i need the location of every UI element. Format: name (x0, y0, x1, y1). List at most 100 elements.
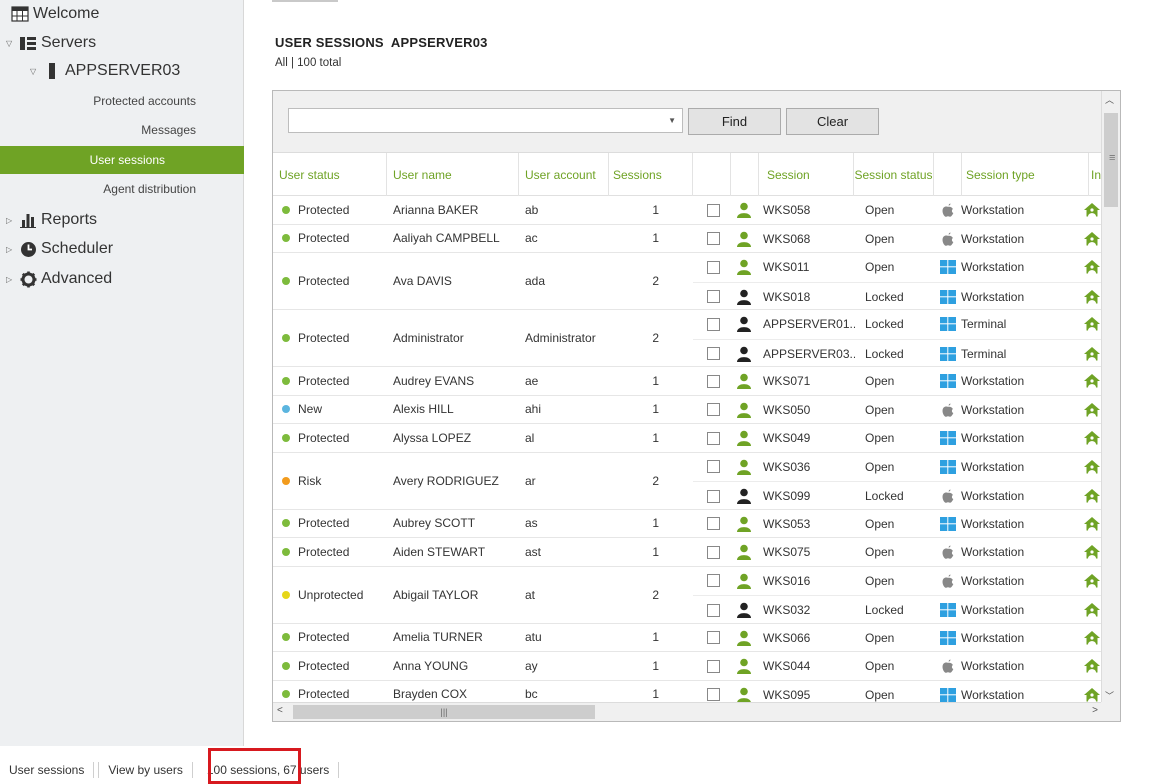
nav-protected-accounts[interactable]: Protected accounts (0, 87, 244, 115)
expand-right-icon[interactable]: ▷ (6, 245, 18, 254)
col-os-icon[interactable] (934, 153, 962, 196)
session-row[interactable]: WKS044 Open Workstation 10 (693, 652, 1102, 681)
session-checkbox[interactable] (707, 517, 720, 531)
nav-scheduler[interactable]: ▷ Scheduler (0, 235, 244, 263)
status-user-sessions[interactable]: User sessions (0, 762, 95, 778)
session-row[interactable]: WKS058 Open Workstation 10 (693, 196, 1102, 225)
session-checkbox[interactable] (707, 489, 720, 503)
clear-button[interactable]: Clear (786, 108, 879, 135)
session-row[interactable]: WKS018 Locked Workstation 10 (693, 281, 1102, 311)
scroll-down-icon[interactable]: ﹀ (1105, 689, 1114, 702)
scroll-left-icon[interactable]: < (277, 705, 283, 716)
session-checkbox[interactable] (707, 659, 720, 673)
user-icon-cell (736, 225, 758, 254)
session-row[interactable]: WKS032 Locked Workstation 10 (693, 595, 1102, 624)
table-row[interactable]: Protected Audrey EVANS ae 1 WKS071 Open Workst… (273, 367, 1102, 396)
session-row[interactable]: APPSERVER03... Locked Terminal FE (693, 338, 1102, 368)
table-row[interactable]: Risk Avery RODRIGUEZ ar 2 WKS036 Open Workstat… (273, 453, 1102, 510)
scroll-right-icon[interactable]: > (1092, 705, 1098, 716)
nav-servers[interactable]: ▽ Servers (0, 29, 244, 57)
nav-server-appserver03[interactable]: ▽ APPSERVER03 (0, 57, 244, 85)
session-row[interactable]: WKS053 Open Workstation 10 (693, 510, 1102, 539)
session-checkbox-cell (707, 396, 727, 425)
session-checkbox[interactable] (707, 603, 720, 617)
session-checkbox[interactable] (707, 574, 720, 588)
session-checkbox[interactable] (707, 431, 720, 445)
nav-agent-distribution[interactable]: Agent distribution (0, 175, 244, 203)
expand-down-icon[interactable]: ▽ (30, 67, 42, 76)
session-row[interactable]: APPSERVER01... Locked Terminal FE (693, 310, 1102, 339)
ip-cell: FE (1083, 310, 1102, 339)
session-checkbox[interactable] (707, 688, 720, 702)
session-checkbox[interactable] (707, 347, 720, 361)
table-row[interactable]: Protected Anna YOUNG ay 1 WKS044 Open Workstat… (273, 652, 1102, 681)
table-row[interactable]: Protected Arianna BAKER ab 1 WKS058 Open Works… (273, 196, 1102, 225)
session-row[interactable]: WKS016 Open Workstation 10 (693, 567, 1102, 596)
session-row[interactable]: WKS075 Open Workstation 10 (693, 538, 1102, 567)
session-row[interactable]: WKS095 Open Workstation 10 (693, 681, 1102, 705)
horizontal-scroll-thumb[interactable]: ||| (293, 705, 595, 719)
table-row[interactable]: Protected Alyssa LOPEZ al 1 WKS049 Open Workst… (273, 424, 1102, 453)
col-session[interactable]: Session (759, 153, 854, 196)
col-user-icon[interactable] (731, 153, 759, 196)
session-row[interactable]: WKS068 Open Workstation 10 (693, 225, 1102, 254)
table-row[interactable]: Protected Ava DAVIS ada 2 WKS011 Open Workstat… (273, 253, 1102, 310)
table-row[interactable]: Protected Administrator Administrator 2 APPS… (273, 310, 1102, 367)
vertical-scrollbar[interactable]: ︿ ﹀ (1101, 91, 1120, 704)
session-count: 1 (652, 430, 659, 445)
session-row[interactable]: WKS049 Open Workstation 10 (693, 424, 1102, 453)
session-name: WKS071 (763, 374, 811, 389)
session-checkbox[interactable] (707, 203, 720, 217)
horizontal-scrollbar[interactable]: < ||| > (273, 702, 1102, 721)
scroll-up-icon[interactable]: ︿ (1105, 93, 1114, 106)
column-menu-icon[interactable]: ≡ (1109, 152, 1115, 164)
table-row[interactable]: Protected Amelia TURNER atu 1 WKS066 Open Work… (273, 624, 1102, 653)
table-row[interactable]: Protected Aiden STEWART ast 1 WKS075 Open Work… (273, 538, 1102, 567)
expand-right-icon[interactable]: ▷ (6, 216, 18, 225)
col-session-type[interactable]: Session type (962, 153, 1089, 196)
col-user-name[interactable]: User name (387, 153, 519, 196)
col-checkbox[interactable] (693, 153, 731, 196)
nav-messages[interactable]: Messages (0, 116, 244, 144)
session-row[interactable]: WKS071 Open Workstation 10 (693, 367, 1102, 396)
session-checkbox[interactable] (707, 232, 720, 246)
status-view-by-users[interactable]: View by users (98, 762, 193, 778)
expand-down-icon[interactable]: ▽ (6, 39, 18, 48)
session-checkbox-cell (707, 453, 727, 482)
session-checkbox[interactable] (707, 460, 720, 474)
nav-welcome[interactable]: Welcome (0, 0, 244, 28)
home-network-icon (1083, 373, 1101, 389)
search-combobox[interactable]: ▼ (288, 108, 683, 133)
session-checkbox[interactable] (707, 403, 720, 417)
session-checkbox[interactable] (707, 260, 720, 274)
expand-right-icon[interactable]: ▷ (6, 275, 18, 284)
session-row[interactable]: WKS099 Locked Workstation 10 (693, 481, 1102, 510)
session-row[interactable]: WKS050 Open Workstation 10 (693, 396, 1102, 425)
windows-icon (939, 346, 957, 362)
col-session-status[interactable]: Session status (854, 153, 934, 196)
session-row[interactable]: WKS036 Open Workstation 10 (693, 453, 1102, 482)
search-input[interactable] (289, 109, 659, 131)
col-user-account[interactable]: User account (519, 153, 609, 196)
session-checkbox[interactable] (707, 374, 720, 388)
table-row[interactable]: New Alexis HILL ahi 1 WKS050 Open Workstation 1… (273, 396, 1102, 425)
col-sessions[interactable]: Sessions (609, 153, 693, 196)
table-row[interactable]: Protected Aaliyah CAMPBELL ac 1 WKS068 Open Wo… (273, 225, 1102, 254)
table-row[interactable]: Protected Aubrey SCOTT as 1 WKS053 Open Workst… (273, 510, 1102, 539)
user-status-cell: Protected (273, 538, 387, 566)
nav-advanced[interactable]: ▷ Advanced (0, 265, 244, 293)
session-checkbox[interactable] (707, 545, 720, 559)
table-row[interactable]: Protected Brayden COX bc 1 WKS095 Open Worksta… (273, 681, 1102, 705)
col-user-status[interactable]: User status (273, 153, 387, 196)
table-row[interactable]: Unprotected Abigail TAYLOR at 2 WKS016 Open Wo… (273, 567, 1102, 624)
find-button[interactable]: Find (688, 108, 781, 135)
session-row[interactable]: WKS066 Open Workstation 10 (693, 624, 1102, 653)
session-checkbox[interactable] (707, 317, 720, 331)
windows-icon (939, 259, 957, 275)
session-row[interactable]: WKS011 Open Workstation 10 (693, 253, 1102, 282)
session-checkbox[interactable] (707, 631, 720, 645)
session-checkbox[interactable] (707, 290, 720, 304)
nav-user-sessions[interactable]: User sessions (0, 146, 244, 174)
dropdown-arrow-icon[interactable]: ▼ (668, 116, 676, 125)
nav-reports[interactable]: ▷ Reports (0, 206, 244, 234)
